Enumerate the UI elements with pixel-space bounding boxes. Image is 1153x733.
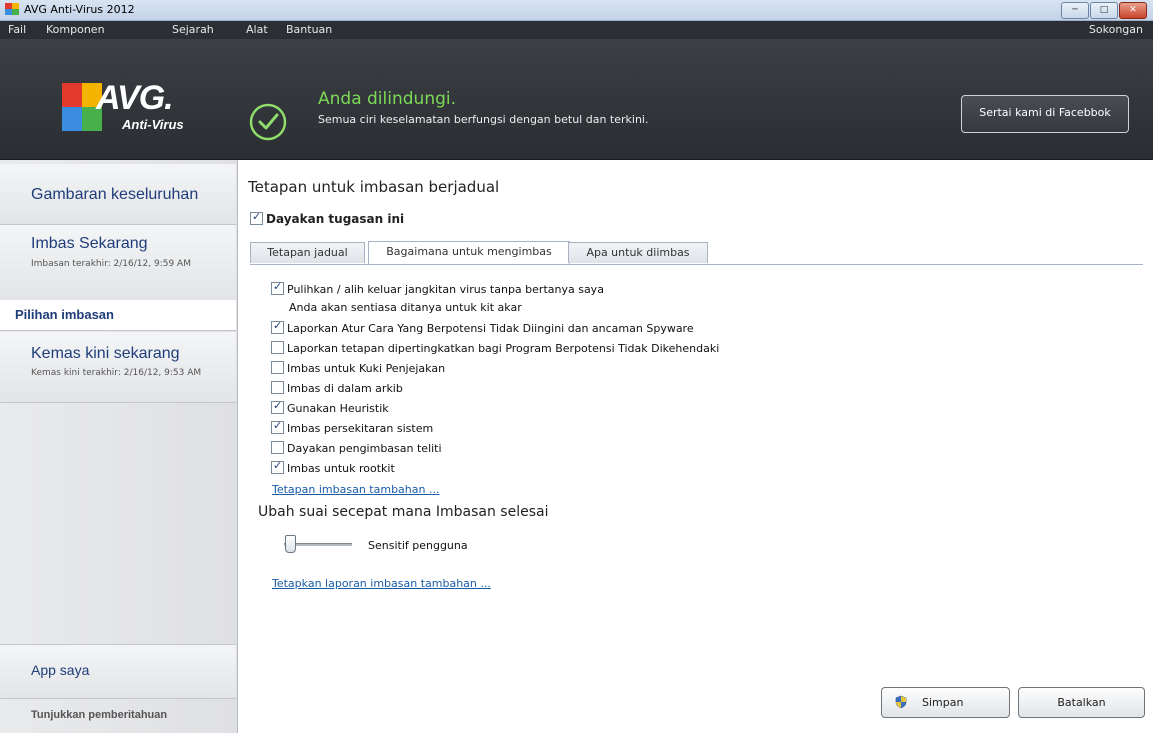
- protection-status-subtitle: Semua ciri keselamatan berfungsi dengan …: [318, 113, 649, 126]
- scan-speed-value: Sensitif pengguna: [368, 539, 468, 552]
- minimize-button[interactable]: ─: [1061, 2, 1089, 19]
- option-rootkits[interactable]: Imbas untuk rootkit: [271, 459, 395, 475]
- option-system-environment-checkbox[interactable]: [271, 419, 284, 434]
- tab-how-to-scan[interactable]: Bagaimana untuk mengimbas: [368, 241, 570, 264]
- option-heal-remove-label: Pulihkan / alih keluar jangkitan virus t…: [287, 283, 604, 296]
- option-rootkits-label: Imbas untuk rootkit: [287, 462, 395, 475]
- option-heal-remove[interactable]: Pulihkan / alih keluar jangkitan virus t…: [271, 280, 604, 296]
- menu-bar: Fail Komponen Sejarah Alat Bantuan Sokon…: [0, 21, 1153, 39]
- option-tracking-cookies-checkbox[interactable]: [271, 361, 284, 374]
- app-window: AVG Anti-Virus 2012 ─ □ ✕ Fail Komponen …: [0, 0, 1153, 733]
- avg-app-icon: [5, 3, 19, 15]
- option-heuristics-checkbox[interactable]: [271, 399, 284, 414]
- enable-task-checkbox[interactable]: [250, 210, 263, 225]
- tab-divider: [250, 264, 1143, 265]
- sidebar-item-my-apps[interactable]: App saya: [0, 644, 236, 699]
- sidebar-item-scan-options[interactable]: Pilihan imbasan: [0, 300, 236, 331]
- sidebar-item-update-now[interactable]: Kemas kini sekarang Kemas kini terakhir:…: [0, 332, 236, 403]
- sidebar-item-overview-label: Gambaran keseluruhan: [31, 186, 199, 203]
- sidebar-item-scan-now[interactable]: Imbas Sekarang Imbasan terakhir: 2/16/12…: [0, 225, 236, 301]
- menu-tools[interactable]: Alat: [246, 23, 268, 36]
- facebook-button[interactable]: Sertai kami di Facebbok: [961, 95, 1129, 133]
- option-thorough-scan[interactable]: Dayakan pengimbasan teliti: [271, 441, 442, 455]
- additional-scan-settings-link[interactable]: Tetapan imbasan tambahan ...: [272, 483, 439, 496]
- menu-help[interactable]: Bantuan: [286, 23, 332, 36]
- close-button[interactable]: ✕: [1119, 2, 1147, 19]
- option-heuristics-label: Gunakan Heuristik: [287, 402, 389, 415]
- menu-support[interactable]: Sokongan: [1089, 23, 1143, 36]
- tab-schedule-settings[interactable]: Tetapan jadual: [250, 242, 365, 263]
- logo-text: AVG.: [96, 79, 174, 117]
- option-enhanced-pup-label: Laporkan tetapan dipertingkatkan bagi Pr…: [287, 342, 720, 355]
- logo-subtitle: Anti-Virus: [122, 117, 184, 132]
- option-tracking-cookies-label: Imbas untuk Kuki Penjejakan: [287, 362, 446, 375]
- scan-speed-slider[interactable]: [284, 535, 354, 553]
- option-system-environment-label: Imbas persekitaran sistem: [287, 422, 434, 435]
- uac-shield-icon: [895, 695, 907, 709]
- protection-status-title: Anda dilindungi.: [318, 89, 457, 109]
- main-panel: Tetapan untuk imbasan berjadual Dayakan …: [238, 160, 1153, 733]
- show-notifications-link[interactable]: Tunjukkan pemberitahuan: [31, 709, 167, 721]
- option-scan-archives-checkbox[interactable]: [271, 381, 284, 394]
- title-bar: AVG Anti-Virus 2012 ─ □ ✕: [0, 0, 1153, 21]
- page-title: Tetapan untuk imbasan berjadual: [248, 178, 500, 196]
- menu-components[interactable]: Komponen: [46, 23, 105, 36]
- save-button[interactable]: Simpan: [881, 687, 1010, 718]
- slider-thumb[interactable]: [285, 535, 296, 553]
- sidebar-item-scan-options-label: Pilihan imbasan: [15, 307, 114, 322]
- option-thorough-scan-checkbox[interactable]: [271, 441, 284, 454]
- scan-speed-heading: Ubah suai secepat mana Imbasan selesai: [258, 504, 549, 520]
- option-thorough-scan-label: Dayakan pengimbasan teliti: [287, 442, 442, 455]
- last-scan-info: Imbasan terakhir: 2/16/12, 9:59 AM: [31, 259, 191, 269]
- window-title: AVG Anti-Virus 2012: [24, 3, 135, 16]
- protected-check-icon: [249, 103, 287, 141]
- option-report-pup-label: Laporkan Atur Cara Yang Berpotensi Tidak…: [287, 322, 694, 335]
- option-report-pup[interactable]: Laporkan Atur Cara Yang Berpotensi Tidak…: [271, 319, 694, 335]
- tab-what-to-scan[interactable]: Apa untuk diimbas: [568, 242, 708, 263]
- option-rootkits-checkbox[interactable]: [271, 459, 284, 474]
- option-scan-archives[interactable]: Imbas di dalam arkib: [271, 381, 403, 395]
- avg-logo: AVG. Anti-Virus: [62, 79, 202, 141]
- additional-scan-reports-link[interactable]: Tetapkan laporan imbasan tambahan ...: [272, 577, 491, 590]
- save-button-label: Simpan: [922, 696, 964, 709]
- sidebar-item-update-now-label: Kemas kini sekarang: [31, 345, 180, 362]
- last-update-info: Kemas kini terakhir: 2/16/12, 9:53 AM: [31, 368, 202, 378]
- sidebar-item-overview[interactable]: Gambaran keseluruhan: [0, 164, 236, 225]
- option-enhanced-pup[interactable]: Laporkan tetapan dipertingkatkan bagi Pr…: [271, 341, 719, 355]
- option-tracking-cookies[interactable]: Imbas untuk Kuki Penjejakan: [271, 361, 445, 375]
- option-system-environment[interactable]: Imbas persekitaran sistem: [271, 419, 434, 435]
- option-heuristics[interactable]: Gunakan Heuristik: [271, 399, 389, 415]
- sidebar-item-scan-now-label: Imbas Sekarang: [31, 235, 148, 252]
- menu-history[interactable]: Sejarah: [172, 23, 214, 36]
- rootkit-note: Anda akan sentiasa ditanya untuk kit aka…: [289, 301, 522, 314]
- enable-task-row[interactable]: Dayakan tugasan ini: [250, 210, 405, 226]
- menu-file[interactable]: Fail: [8, 23, 26, 36]
- option-heal-remove-checkbox[interactable]: [271, 280, 284, 295]
- option-scan-archives-label: Imbas di dalam arkib: [287, 382, 403, 395]
- option-enhanced-pup-checkbox[interactable]: [271, 341, 284, 354]
- sidebar: Gambaran keseluruhan Imbas Sekarang Imba…: [0, 160, 238, 733]
- enable-task-label: Dayakan tugasan ini: [266, 212, 405, 226]
- option-report-pup-checkbox[interactable]: [271, 319, 284, 334]
- maximize-button[interactable]: □: [1090, 2, 1118, 19]
- sidebar-item-my-apps-label: App saya: [31, 662, 90, 678]
- cancel-button[interactable]: Batalkan: [1018, 687, 1145, 718]
